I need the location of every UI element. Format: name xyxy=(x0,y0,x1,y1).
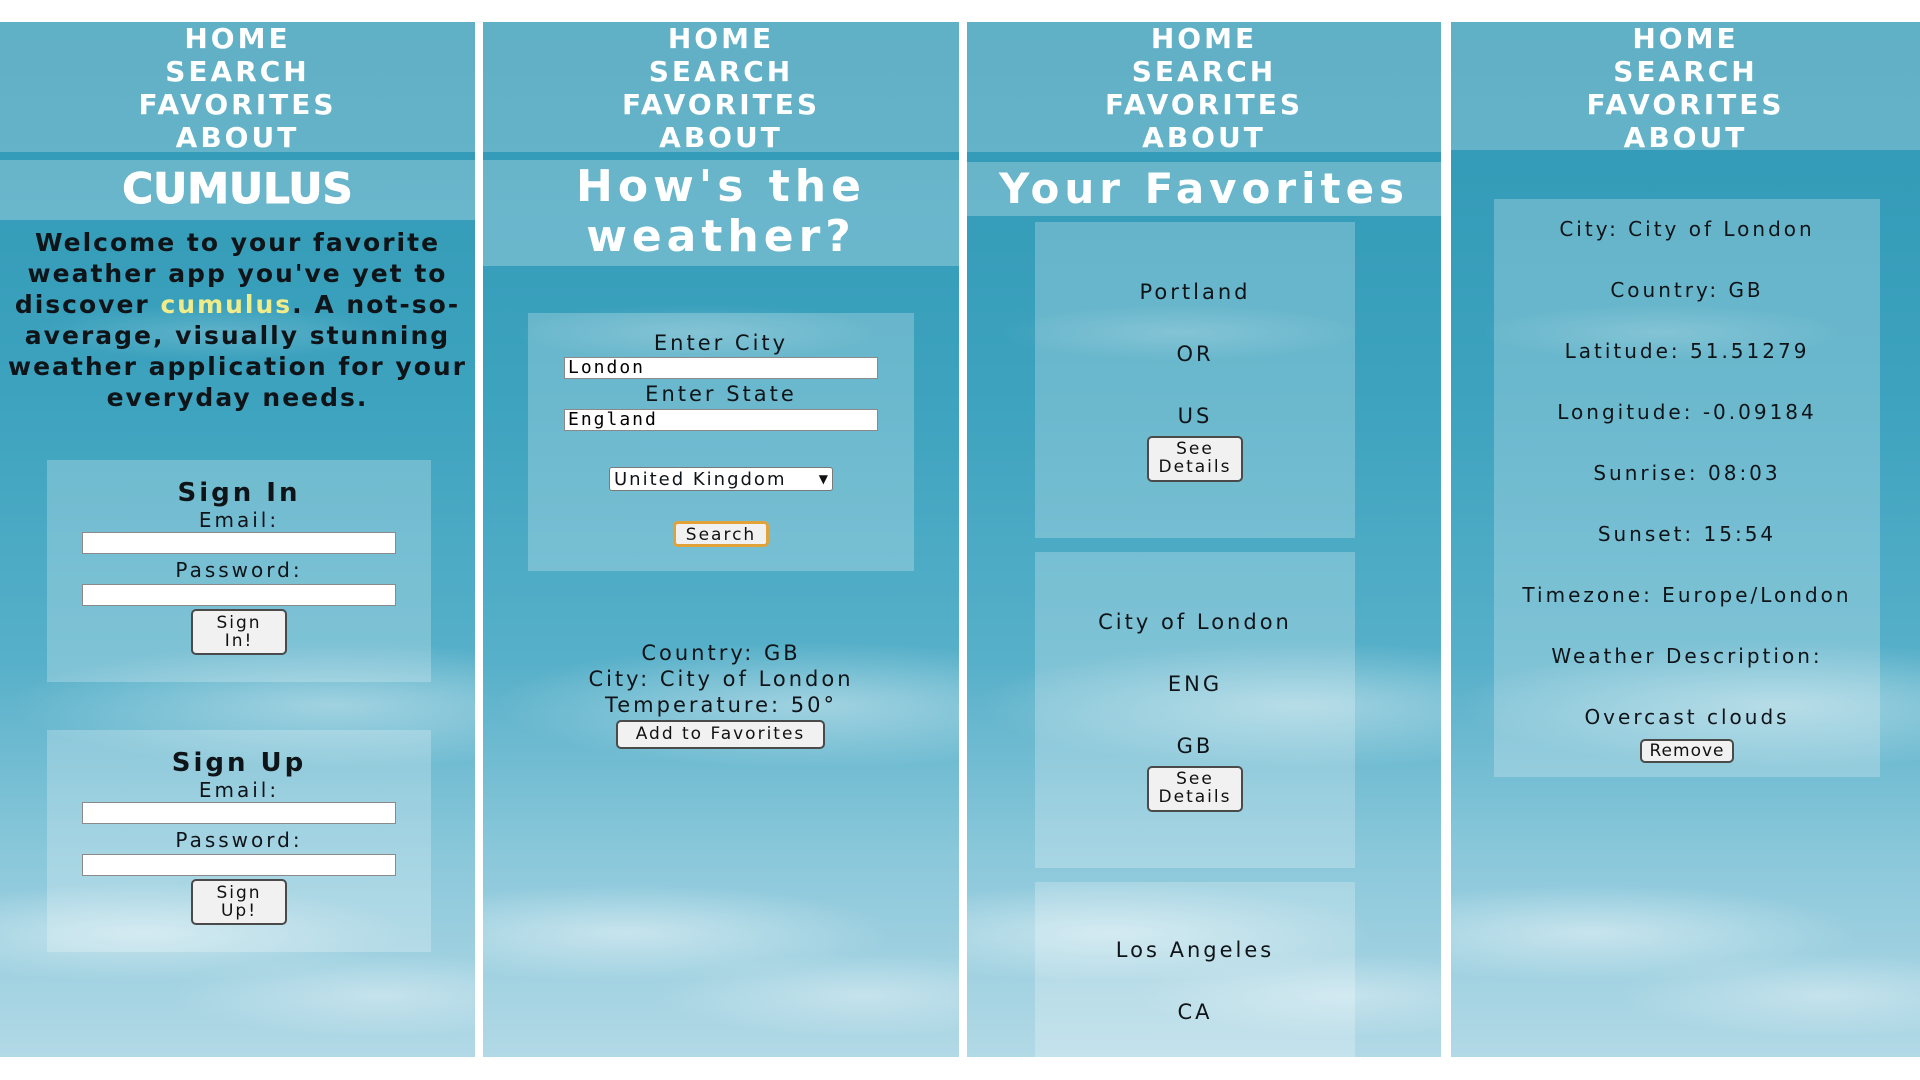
home-screen-panel: HOME SEARCH FAVORITES ABOUT CUMULUS Welc… xyxy=(0,22,475,1057)
detail-timezone: Timezone: Europe/London xyxy=(1522,583,1852,607)
sign-up-button[interactable]: Sign Up! xyxy=(191,879,287,925)
city-label: Enter City xyxy=(653,331,789,355)
detail-longitude: Longitude: -0.09184 xyxy=(1557,400,1817,424)
nav-menu: HOME SEARCH FAVORITES ABOUT xyxy=(483,22,959,154)
see-details-button[interactable]: See Details xyxy=(1147,436,1243,482)
sign-up-title: Sign Up xyxy=(171,748,307,778)
nav-favorites-link[interactable]: FAVORITES xyxy=(1586,88,1784,121)
result-city: City: City of London xyxy=(588,667,854,691)
favorite-state: OR xyxy=(1176,342,1214,366)
sign-up-email-input[interactable] xyxy=(82,802,396,824)
result-temperature: Temperature: 50° xyxy=(605,693,837,717)
detail-country: Country: GB xyxy=(1610,278,1764,302)
sign-up-form: Sign Up Email: Password: Sign Up! xyxy=(47,730,431,952)
favorite-card: Portland OR US See Details xyxy=(1035,222,1355,538)
logo-band: CUMULUS xyxy=(0,160,475,220)
favorite-state: ENG xyxy=(1167,672,1223,696)
sign-in-form: Sign In Email: Password: Sign In! xyxy=(47,460,431,682)
favorite-city: City of London xyxy=(1098,610,1292,634)
sign-in-password-input[interactable] xyxy=(82,584,396,606)
see-details-line1: See xyxy=(1176,439,1214,459)
nav-search-link[interactable]: SEARCH xyxy=(165,55,310,88)
nav-favorites-link[interactable]: FAVORITES xyxy=(138,88,336,121)
state-input[interactable]: England xyxy=(564,409,878,431)
detail-weather-label: Weather Description: xyxy=(1551,644,1823,668)
sign-in-button-line2: In! xyxy=(224,631,254,651)
detail-sunrise: Sunrise: 08:03 xyxy=(1593,461,1781,485)
search-screen-panel: HOME SEARCH FAVORITES ABOUT How's the we… xyxy=(483,22,959,1057)
sign-in-email-input[interactable] xyxy=(82,532,396,554)
country-select-value: United Kingdom xyxy=(614,468,787,490)
detail-weather-value: Overcast clouds xyxy=(1584,705,1790,729)
favorites-screen-panel: HOME SEARCH FAVORITES ABOUT Your Favorit… xyxy=(967,22,1441,1057)
favorite-city: Portland xyxy=(1139,280,1251,304)
nav-home-link[interactable]: HOME xyxy=(1151,22,1257,55)
sign-up-password-input[interactable] xyxy=(82,854,396,876)
see-details-line2: Details xyxy=(1158,787,1232,807)
sign-in-button-line1: Sign xyxy=(216,613,262,633)
favorite-card: City of London ENG GB See Details xyxy=(1035,552,1355,868)
favorite-city: Los Angeles xyxy=(1115,938,1275,962)
sign-in-title: Sign In xyxy=(177,478,301,508)
nav-about-link[interactable]: ABOUT xyxy=(176,121,300,154)
country-select[interactable]: United Kingdom ▼ xyxy=(609,467,833,491)
search-title-line1: How's the xyxy=(576,161,866,212)
search-title-band: How's the weather? xyxy=(483,160,959,266)
detail-sunset: Sunset: 15:54 xyxy=(1597,522,1777,546)
see-details-button[interactable]: See Details xyxy=(1147,766,1243,812)
nav-search-link[interactable]: SEARCH xyxy=(649,55,794,88)
sign-up-password-label: Password: xyxy=(175,828,303,852)
sign-up-button-line1: Sign xyxy=(216,883,262,903)
favorite-card: Los Angeles CA xyxy=(1035,882,1355,1057)
search-result: Country: GB City: City of London Tempera… xyxy=(483,640,959,718)
nav-about-link[interactable]: ABOUT xyxy=(659,121,783,154)
detail-city: City: City of London xyxy=(1559,217,1815,241)
sign-in-button[interactable]: Sign In! xyxy=(191,609,287,655)
see-details-line1: See xyxy=(1176,769,1214,789)
result-country: Country: GB xyxy=(641,641,801,665)
city-input[interactable]: London xyxy=(564,357,878,379)
favorites-title-band: Your Favorites xyxy=(967,162,1441,216)
nav-home-link[interactable]: HOME xyxy=(668,22,774,55)
nav-about-link[interactable]: ABOUT xyxy=(1142,121,1266,154)
sign-in-password-label: Password: xyxy=(175,558,303,582)
chevron-down-icon: ▼ xyxy=(818,472,828,486)
add-to-favorites-button[interactable]: Add to Favorites xyxy=(616,720,825,749)
see-details-line2: Details xyxy=(1158,457,1232,477)
welcome-text: Welcome to your favorite weather app you… xyxy=(4,227,471,413)
detail-latitude: Latitude: 51.51279 xyxy=(1564,339,1810,363)
remove-button[interactable]: Remove xyxy=(1640,739,1734,763)
search-form: Enter City London Enter State England Un… xyxy=(528,313,914,571)
sign-in-email-label: Email: xyxy=(198,508,280,532)
nav-about-link[interactable]: ABOUT xyxy=(1624,121,1748,154)
location-details-card: City: City of London Country: GB Latitud… xyxy=(1494,199,1880,777)
search-title-line2: weather? xyxy=(586,211,856,262)
sign-up-button-line2: Up! xyxy=(220,901,258,921)
sign-up-email-label: Email: xyxy=(198,778,280,802)
nav-favorites-link[interactable]: FAVORITES xyxy=(622,88,820,121)
search-button[interactable]: Search xyxy=(673,521,769,547)
favorite-country: US xyxy=(1177,404,1213,428)
app-logo: CUMULUS xyxy=(122,164,353,214)
brand-highlight: cumulus xyxy=(160,290,293,319)
nav-search-link[interactable]: SEARCH xyxy=(1613,55,1758,88)
favorites-title: Your Favorites xyxy=(998,164,1410,213)
nav-search-link[interactable]: SEARCH xyxy=(1132,55,1277,88)
favorite-state: CA xyxy=(1177,1000,1213,1024)
nav-menu: HOME SEARCH FAVORITES ABOUT xyxy=(967,22,1441,154)
nav-menu: HOME SEARCH FAVORITES ABOUT xyxy=(1451,22,1920,154)
nav-favorites-link[interactable]: FAVORITES xyxy=(1105,88,1303,121)
nav-home-link[interactable]: HOME xyxy=(184,22,290,55)
details-screen-panel: HOME SEARCH FAVORITES ABOUT City: City o… xyxy=(1451,22,1920,1057)
nav-home-link[interactable]: HOME xyxy=(1632,22,1738,55)
state-label: Enter State xyxy=(645,382,797,406)
nav-menu: HOME SEARCH FAVORITES ABOUT xyxy=(0,22,475,154)
favorite-country: GB xyxy=(1176,734,1214,758)
